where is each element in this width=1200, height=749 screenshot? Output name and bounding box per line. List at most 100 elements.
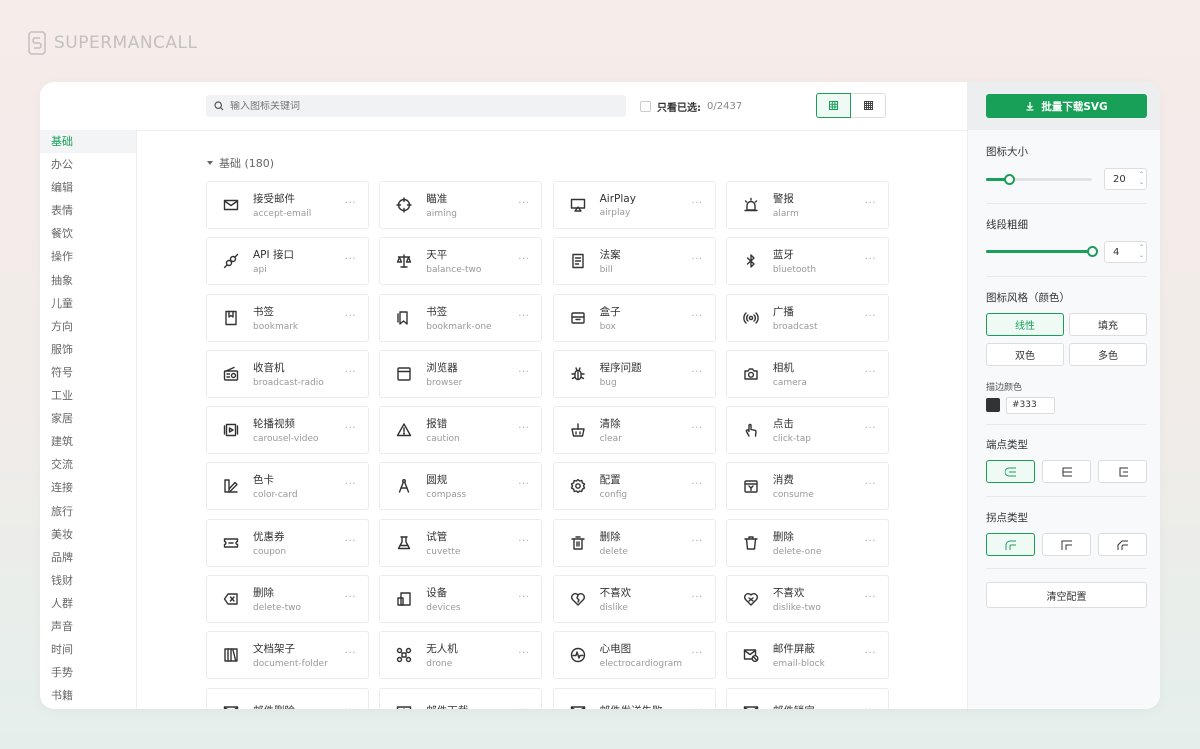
- more-options-icon[interactable]: ···: [518, 648, 529, 659]
- section-header[interactable]: 基础 (180): [207, 155, 274, 171]
- more-options-icon[interactable]: ···: [865, 254, 876, 265]
- category-item[interactable]: 操作: [40, 245, 136, 268]
- more-options-icon[interactable]: ···: [692, 198, 703, 209]
- more-options-icon[interactable]: ···: [865, 592, 876, 603]
- category-item[interactable]: 交流: [40, 453, 136, 476]
- icon-card[interactable]: API 接口 api ···: [206, 237, 369, 286]
- icon-card[interactable]: 接受邮件 accept-email ···: [206, 181, 369, 229]
- linejoin-round-button[interactable]: [986, 533, 1035, 556]
- category-item[interactable]: 办公: [40, 153, 136, 176]
- icon-card[interactable]: 瞄准 aiming ···: [379, 181, 543, 229]
- icon-card[interactable]: 轮播视频 carousel-video ···: [206, 406, 369, 455]
- icon-card[interactable]: 点击 click-tap ···: [725, 406, 889, 455]
- style-two-tone-button[interactable]: 双色: [986, 343, 1064, 366]
- style-multi-color-button[interactable]: 多色: [1069, 343, 1147, 366]
- more-options-icon[interactable]: ···: [692, 311, 703, 322]
- icon-card[interactable]: 收音机 broadcast-radio ···: [206, 349, 369, 398]
- icon-card[interactable]: 天平 balance-two ···: [379, 237, 543, 286]
- icon-card[interactable]: 邮件删除 ···: [206, 687, 369, 709]
- search-input[interactable]: [230, 100, 610, 112]
- clear-config-button[interactable]: 清空配置: [986, 582, 1147, 608]
- icon-card[interactable]: 邮件屏蔽 email-block ···: [725, 631, 889, 680]
- more-options-icon[interactable]: ···: [865, 367, 876, 378]
- icon-card[interactable]: 清除 clear ···: [552, 406, 716, 455]
- more-options-icon[interactable]: ···: [865, 705, 876, 709]
- more-options-icon[interactable]: ···: [692, 705, 703, 709]
- icon-card[interactable]: AirPlay airplay ···: [552, 181, 716, 229]
- more-options-icon[interactable]: ···: [865, 423, 876, 434]
- category-item[interactable]: 表情: [40, 199, 136, 222]
- collapse-caret-icon[interactable]: [207, 161, 213, 165]
- icon-card[interactable]: 圆规 compass ···: [379, 462, 543, 511]
- linecap-round-button[interactable]: [986, 460, 1035, 483]
- icon-card[interactable]: 警报 alarm ···: [725, 181, 889, 229]
- stepper-arrows-icon[interactable]: ⌃ ⌄: [1139, 171, 1144, 187]
- more-options-icon[interactable]: ···: [345, 705, 356, 709]
- icon-card[interactable]: 广播 broadcast ···: [725, 293, 889, 342]
- icon-card[interactable]: 蓝牙 bluetooth ···: [725, 237, 889, 286]
- icon-size-stepper[interactable]: 20 ⌃ ⌄: [1104, 168, 1147, 190]
- more-options-icon[interactable]: ···: [518, 198, 529, 209]
- icon-size-slider[interactable]: [986, 174, 1092, 185]
- icon-card[interactable]: 配置 config ···: [552, 462, 716, 511]
- icon-card[interactable]: 邮件锁定 ···: [725, 687, 889, 709]
- style-outline-button[interactable]: 线性: [986, 313, 1064, 336]
- icon-card[interactable]: 法案 bill ···: [552, 237, 716, 286]
- only-selected-filter[interactable]: 只看已选: 0/2437: [640, 99, 742, 114]
- more-options-icon[interactable]: ···: [518, 423, 529, 434]
- more-options-icon[interactable]: ···: [345, 423, 356, 434]
- more-options-icon[interactable]: ···: [692, 254, 703, 265]
- more-options-icon[interactable]: ···: [692, 592, 703, 603]
- stepper-arrows-icon[interactable]: ⌃ ⌄: [1139, 244, 1144, 260]
- more-options-icon[interactable]: ···: [518, 479, 529, 490]
- icon-card[interactable]: 心电图 electrocardiogram ···: [552, 631, 716, 680]
- category-item[interactable]: 餐饮: [40, 222, 136, 245]
- icon-card[interactable]: 试管 cuvette ···: [379, 518, 543, 567]
- more-options-icon[interactable]: ···: [692, 423, 703, 434]
- icon-card[interactable]: 删除 delete-one ···: [725, 518, 889, 567]
- more-options-icon[interactable]: ···: [865, 648, 876, 659]
- category-item[interactable]: 品牌: [40, 546, 136, 569]
- category-item[interactable]: 家居: [40, 407, 136, 430]
- icon-card[interactable]: 消费 consume ···: [725, 462, 889, 511]
- style-filled-button[interactable]: 填充: [1069, 313, 1147, 336]
- icon-card[interactable]: 程序问题 bug ···: [552, 349, 716, 398]
- category-item[interactable]: 美妆: [40, 523, 136, 546]
- icon-card[interactable]: 浏览器 browser ···: [379, 349, 543, 398]
- more-options-icon[interactable]: ···: [865, 198, 876, 209]
- category-item[interactable]: 时间: [40, 638, 136, 661]
- more-options-icon[interactable]: ···: [518, 254, 529, 265]
- stroke-width-slider-handle[interactable]: [1086, 246, 1098, 257]
- icon-card[interactable]: 盒子 box ···: [552, 293, 716, 342]
- batch-download-button[interactable]: 批量下载SVG: [986, 94, 1147, 118]
- category-item[interactable]: 儿童: [40, 292, 136, 315]
- icon-card[interactable]: 不喜欢 dislike ···: [552, 575, 716, 624]
- only-selected-checkbox[interactable]: [640, 101, 651, 112]
- more-options-icon[interactable]: ···: [518, 311, 529, 322]
- icon-card[interactable]: 设备 devices ···: [379, 575, 543, 624]
- more-options-icon[interactable]: ···: [345, 254, 356, 265]
- more-options-icon[interactable]: ···: [345, 311, 356, 322]
- icon-card[interactable]: 删除 delete-two ···: [206, 575, 369, 624]
- linejoin-bevel-button[interactable]: [1098, 533, 1147, 556]
- icon-card[interactable]: 书签 bookmark-one ···: [379, 293, 543, 342]
- linecap-square-button[interactable]: [1098, 460, 1147, 483]
- stroke-width-stepper[interactable]: 4 ⌃ ⌄: [1104, 241, 1147, 263]
- category-item[interactable]: 连接: [40, 476, 136, 499]
- category-item[interactable]: 旅行: [40, 500, 136, 523]
- category-item[interactable]: 基础: [40, 130, 136, 154]
- icon-card[interactable]: 文档架子 document-folder ···: [206, 631, 369, 680]
- category-item[interactable]: 工业: [40, 384, 136, 407]
- linejoin-miter-button[interactable]: [1042, 533, 1091, 556]
- category-item[interactable]: 手势: [40, 661, 136, 684]
- more-options-icon[interactable]: ···: [865, 311, 876, 322]
- linecap-butt-button[interactable]: [1042, 460, 1091, 483]
- category-item[interactable]: 抽象: [40, 269, 136, 292]
- icon-card[interactable]: 删除 delete ···: [552, 518, 716, 567]
- icon-card[interactable]: 书签 bookmark ···: [206, 293, 369, 342]
- more-options-icon[interactable]: ···: [518, 592, 529, 603]
- more-options-icon[interactable]: ···: [692, 536, 703, 547]
- icon-card[interactable]: 不喜欢 dislike-two ···: [725, 575, 889, 624]
- more-options-icon[interactable]: ···: [345, 479, 356, 490]
- more-options-icon[interactable]: ···: [345, 198, 356, 209]
